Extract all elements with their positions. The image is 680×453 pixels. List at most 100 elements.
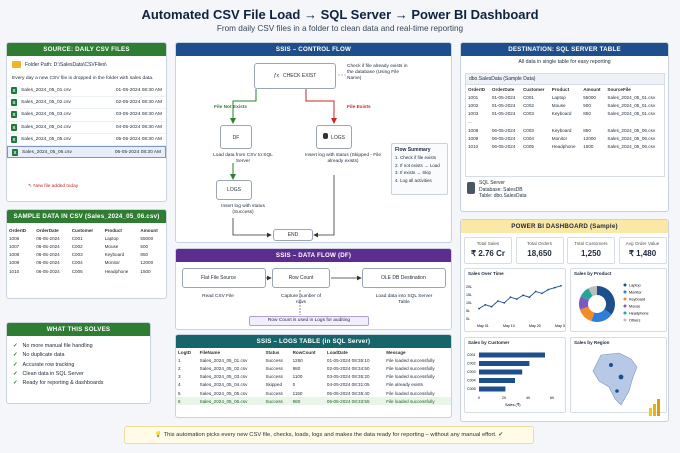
- oledb-caption: Load data into SQL Server Table: [375, 294, 433, 305]
- logs-node-right[interactable]: LOGS: [316, 125, 352, 149]
- log-row: 6 Sales_2024_05_06.csv Success 980 06-05-202…: [176, 397, 451, 406]
- logs-table: LogID FileName Status RowCount LoadDate Messa…: [176, 348, 451, 406]
- sample-row: 1009 06-05-2024 C004 Monitor 12000: [7, 259, 166, 267]
- legend-label: Laptop: [629, 283, 641, 287]
- sales-point: [503, 302, 506, 304]
- dest-row: ...: [466, 118, 664, 126]
- sample-column-header: OrderDate: [36, 227, 59, 233]
- file-row[interactable]: X Sales_2024_05_02.csv 02-05-2024 08:30 AM: [7, 97, 166, 110]
- sample-row: 1006 06-05-2024 C001 Laptop 55000: [7, 234, 166, 242]
- sales-by-customer-chart: Sales by Customer C001 C002 C003 C004 C005 0 2…: [464, 337, 566, 413]
- y-tick-label: 10L: [466, 301, 472, 305]
- customer-bar-svg: C001 C002 C003 C004 C005 0 20 40 60 Sales (₹): [467, 352, 554, 407]
- legend-swatch: [623, 290, 627, 294]
- log-cell: Sales_2024_05_02.csv: [199, 365, 248, 371]
- sample-cell: 1007: [9, 243, 20, 249]
- solves-item: ✓ Ready for reporting & dashboards: [13, 380, 144, 386]
- dest-cell: [605, 118, 664, 126]
- dest-cell: Sales_2024_05_06.csv: [607, 143, 656, 149]
- file-row[interactable]: X Sales_2024_05_06.csv 06-05-2024 08:30 AM: [7, 145, 166, 159]
- bar-axis-label: Sales (₹): [505, 403, 521, 407]
- sample-header: SAMPLE DATA IN CSV (Sales_2024_05_06.csv…: [7, 210, 166, 223]
- excel-icon: X: [11, 135, 17, 143]
- kpi-card: Total Orders 18,650: [515, 237, 564, 264]
- df-node[interactable]: DF: [220, 125, 252, 149]
- log-column-header: LoadDate: [326, 349, 348, 355]
- destination-panel: DESTINATION: SQL SERVER TABLE All data i…: [460, 42, 669, 212]
- donut-slice: [597, 286, 615, 315]
- logs-left-label: LOGS: [227, 187, 241, 193]
- sample-cell: 1010: [9, 268, 20, 274]
- end-label: END: [287, 232, 299, 238]
- row-count-node[interactable]: Row Count: [272, 268, 330, 288]
- file-row[interactable]: X Sales_2024_05_03.csv 03-05-2024 08:30 AM: [7, 109, 166, 122]
- row-count-note-text: Row Count is used in Logs for auditing: [267, 318, 351, 323]
- sample-column-header: Amount: [140, 227, 158, 233]
- dest-cell: 1008: [468, 127, 479, 133]
- kpi-label: Total Sales: [476, 241, 500, 246]
- log-cell: 1100: [292, 374, 303, 380]
- file-name: Sales_2024_05_03.csv: [21, 112, 71, 118]
- sales-line-svg: 20L 15L 10L 5L 0L May 01 May 10 May 20 May 30: [466, 284, 567, 328]
- log-cell: File already exists: [386, 382, 423, 388]
- file-row[interactable]: X Sales_2024_05_05.csv 05-05-2024 08:30 AM: [7, 134, 166, 146]
- sales-point: [515, 298, 518, 300]
- log-cell: File loaded successfully: [386, 374, 435, 380]
- dest-cell: [521, 118, 550, 126]
- sales-point: [522, 294, 524, 297]
- script-icon: ƒx: [273, 73, 279, 79]
- kpi-value: ₹ 1,480: [628, 249, 657, 258]
- log-cell: Sales_2024_05_03.csv: [199, 374, 248, 380]
- log-column-header: FileName: [199, 349, 221, 355]
- dest-cell: Headphone: [551, 143, 576, 149]
- customer-bar: [479, 361, 530, 366]
- summary-item: 4. Log all activities: [395, 177, 432, 183]
- sql-server-icon: [467, 182, 475, 194]
- sql-server-info: SQL Server Database: SalesDB Table: dbo.…: [467, 180, 527, 200]
- dest-row: 1003 01-05-2024 C003 Keyboard 850 Sales_2024_…: [466, 110, 664, 118]
- dest-row: 1009 06-05-2024 C004 Monitor 12000 Sales_2024…: [466, 134, 664, 142]
- sample-cell: C005: [71, 268, 83, 274]
- dest-row: 1010 06-05-2024 C005 Headphone 1500 Sales_202…: [466, 142, 664, 150]
- dest-cell: Sales_2024_05_01.csv: [607, 102, 656, 108]
- sales-by-region-title: Sales by Region: [574, 340, 610, 345]
- kpi-label: Avg Order Value: [625, 241, 660, 246]
- check-exist-label: CHECK EXIST: [282, 73, 317, 79]
- log-cell: 980: [290, 397, 325, 406]
- sample-cell: 1008: [9, 252, 20, 258]
- sample-row: 1008 06-05-2024 C003 Keyboard 850: [7, 251, 166, 259]
- log-cell: Sales_2024_05_05.csv: [199, 390, 248, 396]
- logs-panel: SSIS – LOGS TABLE (in SQL Server) LogID F…: [175, 334, 452, 418]
- flat-file-source-node[interactable]: Flat File Source: [182, 268, 266, 288]
- check-exist-node[interactable]: ƒx CHECK EXIST: [254, 63, 336, 89]
- sample-cell: 06-05-2024: [36, 243, 60, 249]
- kpi-card: Avg Order Value ₹ 1,480: [618, 237, 667, 264]
- dest-cell: Sales_2024_05_06.csv: [607, 127, 656, 133]
- solves-item: ✓ No duplicate data: [13, 352, 144, 358]
- solves-item: ✓ Clean data in SQL Server: [13, 371, 144, 377]
- log-row: 3 Sales_2024_05_03.csv Success 1100 03-05-20…: [176, 373, 451, 381]
- file-time: 02-05-2024 08:30 AM: [115, 100, 162, 106]
- sales-point: [547, 288, 550, 291]
- not-exists-label: File Not Exists: [214, 105, 248, 110]
- end-node[interactable]: END: [273, 229, 313, 241]
- product-donut-svg: Laptop Monitor Keyboard Mouse Headphone Other…: [579, 283, 649, 322]
- dest-cell: 01-05-2024: [491, 111, 516, 117]
- sales-point: [478, 307, 480, 310]
- sample-cell: 55000: [140, 235, 154, 241]
- sample-cell: 1500: [140, 268, 151, 274]
- dest-cell: Sales_2024_05_01.csv: [607, 111, 656, 117]
- dest-cell: C005: [522, 143, 534, 149]
- oledb-node[interactable]: OLE DB Destination: [362, 268, 446, 288]
- y-tick-label: 20L: [466, 285, 472, 289]
- dest-cell: C002: [522, 102, 534, 108]
- file-row[interactable]: X Sales_2024_05_04.csv 04-05-2024 08:30 AM: [7, 122, 166, 134]
- sample-cell: 06-05-2024: [36, 260, 60, 266]
- excel-icon: X: [11, 123, 17, 131]
- dest-cell: 06-05-2024: [491, 135, 516, 141]
- logs-node-left[interactable]: LOGS: [216, 180, 252, 200]
- file-row[interactable]: X Sales_2024_05_01.csv 01-05-2024 08:30 AM: [7, 85, 166, 98]
- log-cell: File loaded successfully: [384, 397, 451, 406]
- sample-panel: SAMPLE DATA IN CSV (Sales_2024_05_06.csv…: [6, 209, 167, 299]
- solves-text: Ready for reporting & dashboards: [22, 379, 104, 386]
